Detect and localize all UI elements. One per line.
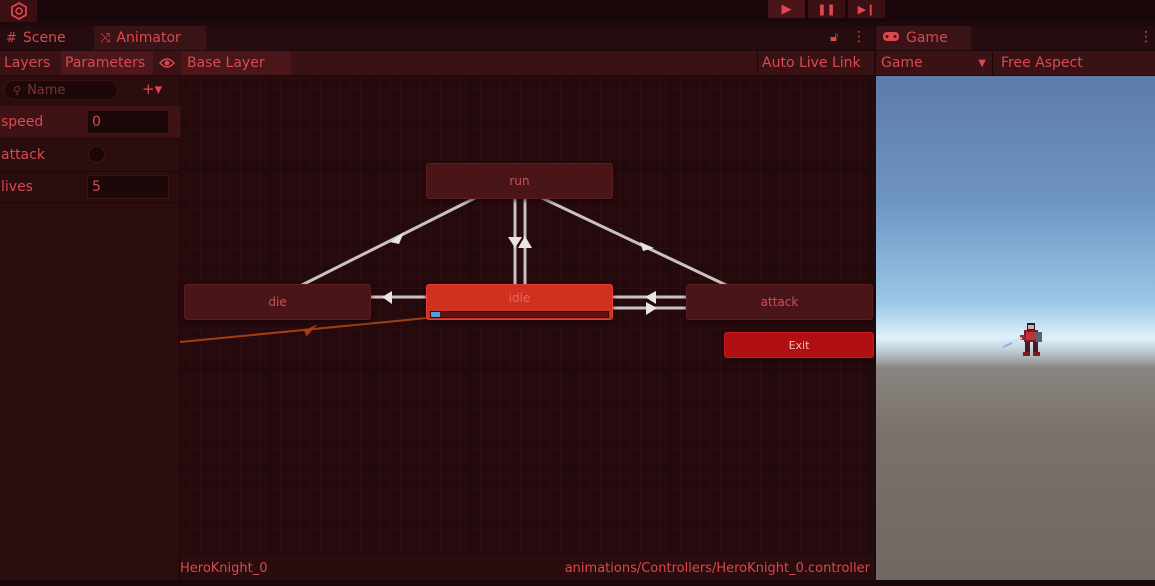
state-die[interactable]: die [184,284,371,320]
tab-game-label: Game [906,30,948,46]
state-label: attack [760,295,799,309]
step-button[interactable]: ▶❙ [848,0,885,18]
kebab-menu-icon[interactable]: ⋮ [852,29,866,45]
parameter-row-attack[interactable]: attack [0,138,180,170]
lock-icon[interactable]: 🔓︎ [830,30,838,45]
add-parameter-icon[interactable]: +▾ [142,80,162,98]
display-label: Game [881,55,923,71]
layers-tab[interactable]: Layers [0,51,60,75]
eye-icon[interactable] [155,51,179,75]
tab-animator[interactable]: ⤨ Animator [94,26,206,50]
parameters-panel: ⚲ Name +▾ speed 0 attack lives 5 [0,76,180,580]
chevron-down-icon: ▼ [978,57,986,69]
state-label: Exit [788,338,810,352]
parameter-name: speed [1,114,44,130]
controller-name: HeroKnight_0 [180,560,268,576]
transition-run-die[interactable] [299,196,476,288]
transition-arrow [382,291,392,304]
parameter-value-field[interactable]: 5 [87,175,169,199]
grid-icon: # [6,30,17,46]
state-label: run [509,174,530,188]
play-icon: ▶ [781,1,792,17]
animator-graph[interactable]: run die idle attack Exit [180,76,874,556]
tab-animator-label: Animator [116,30,181,46]
unity-logo-icon[interactable] [0,0,37,22]
game-viewport[interactable] [876,76,1155,580]
tab-game[interactable]: Game [876,26,971,50]
transition-arrow [645,291,656,304]
transition-arrow [646,302,657,315]
parameter-row-speed[interactable]: speed 0 [0,106,180,138]
parameter-search-field[interactable]: ⚲ Name [4,80,118,100]
play-button[interactable]: ▶ [768,0,805,18]
controller-path: animations/Controllers/HeroKnight_0.cont… [564,560,870,576]
transition-arrow [390,232,404,244]
tab-scene[interactable]: # Scene [0,26,72,50]
state-label: die [268,295,287,309]
breadcrumb[interactable]: Base Layer [181,51,291,75]
parameter-name: attack [1,146,45,163]
main-toolbar [0,0,1155,22]
kebab-menu-icon[interactable]: ⋮ [1139,29,1153,45]
breadcrumb-base-layer: Base Layer [187,55,265,71]
state-exit[interactable]: Exit [724,332,874,358]
pause-icon: ❚❚ [817,2,836,16]
auto-live-link-label: Auto Live Link [762,55,861,71]
state-label: idle [508,291,531,305]
parameter-row-lives[interactable]: lives 5 [0,171,180,203]
aspect-dropdown[interactable]: Free Aspect [992,51,1155,75]
state-progress-bar [430,311,609,318]
state-attack[interactable]: attack [686,284,873,320]
parameter-name: lives [1,179,33,195]
hero-knight-sprite [1001,323,1042,356]
transition-arrow [304,324,318,337]
trigger-toggle[interactable] [88,146,105,163]
step-icon: ▶❙ [857,2,876,16]
display-dropdown[interactable]: Game ▼ [877,51,990,75]
state-run[interactable]: run [426,163,613,199]
animator-status-bar: HeroKnight_0 animations/Controllers/Hero… [180,556,874,580]
entry-transition[interactable] [180,317,428,343]
state-idle[interactable]: idle [426,284,613,320]
parameter-value-field[interactable]: 0 [87,110,169,134]
bottom-border [0,580,1155,586]
state-progress-fill [431,312,440,317]
auto-live-link-button[interactable]: Auto Live Link [757,51,871,75]
transition-run-attack[interactable] [541,196,729,288]
aspect-label: Free Aspect [1001,55,1083,71]
pause-button[interactable]: ❚❚ [808,0,845,18]
parameters-label: Parameters [65,55,146,71]
animator-icon: ⤨ [100,30,111,46]
search-icon: ⚲ [13,83,22,97]
layers-label: Layers [4,55,51,71]
parameters-tab[interactable]: Parameters [61,51,153,75]
tab-scene-label: Scene [22,30,66,46]
gamepad-icon [882,31,900,46]
search-placeholder: Name [27,82,66,98]
